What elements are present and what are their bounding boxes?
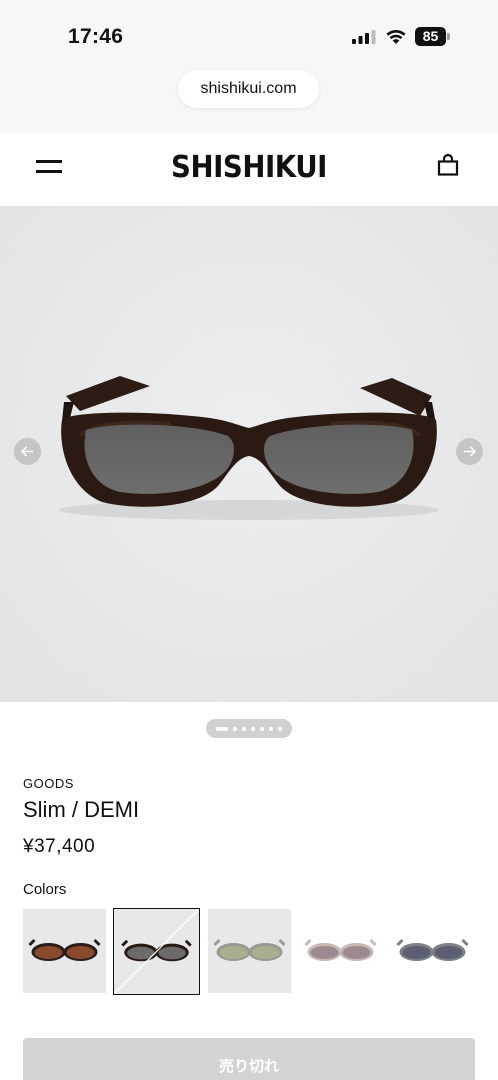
color-swatch-pink-lens-clear[interactable] <box>299 909 382 993</box>
pager-dot[interactable] <box>233 727 237 731</box>
arrow-left-icon <box>20 446 33 457</box>
product-price: ¥37,400 <box>23 836 96 857</box>
pager-dot[interactable] <box>216 727 228 731</box>
wifi-icon <box>386 29 406 44</box>
pager-dot[interactable] <box>260 727 264 731</box>
swatch-sunglasses-icon <box>304 938 377 961</box>
browser-url-area: shishikui.com <box>0 62 498 134</box>
status-time: 17:46 <box>68 25 124 48</box>
battery-level: 85 <box>415 27 446 46</box>
swatch-sunglasses-icon <box>28 938 101 961</box>
color-swatches <box>23 908 483 995</box>
battery-icon: 85 <box>415 27 451 46</box>
cellular-signal-icon <box>352 30 376 44</box>
swatch-sunglasses-icon <box>114 909 199 994</box>
site-header: SHISHIKUI <box>0 134 498 206</box>
product-image[interactable] <box>0 206 498 702</box>
color-swatch-demi-gray-lens[interactable] <box>113 908 200 995</box>
color-swatch-brown-lens-black-frame[interactable] <box>23 909 106 993</box>
next-image-button[interactable] <box>456 438 483 465</box>
product-name: Slim / DEMI <box>23 797 140 822</box>
address-bar[interactable]: shishikui.com <box>178 70 319 108</box>
pager-dot[interactable] <box>242 727 246 731</box>
swatch-sunglasses-icon <box>213 938 286 961</box>
pager-dot[interactable] <box>278 727 282 731</box>
status-bar: 17:46 85 <box>0 0 498 62</box>
product-category: GOODS <box>23 776 74 791</box>
pager-dot[interactable] <box>251 727 255 731</box>
shopping-bag-icon[interactable] <box>436 153 460 177</box>
previous-image-button[interactable] <box>14 438 41 465</box>
image-pager[interactable] <box>206 719 292 738</box>
colors-label: Colors <box>23 881 67 898</box>
swatch-sunglasses-icon <box>396 938 469 961</box>
color-swatch-green-lens-clear[interactable] <box>208 909 291 993</box>
color-swatch-navy-lens-gray[interactable] <box>391 909 474 993</box>
pager-dot[interactable] <box>269 727 273 731</box>
sold-out-button[interactable]: 売り切れ <box>23 1038 475 1080</box>
sunglasses-photo <box>0 206 498 702</box>
arrow-right-icon <box>464 446 477 457</box>
brand-logo[interactable]: SHISHIKUI <box>20 150 478 185</box>
